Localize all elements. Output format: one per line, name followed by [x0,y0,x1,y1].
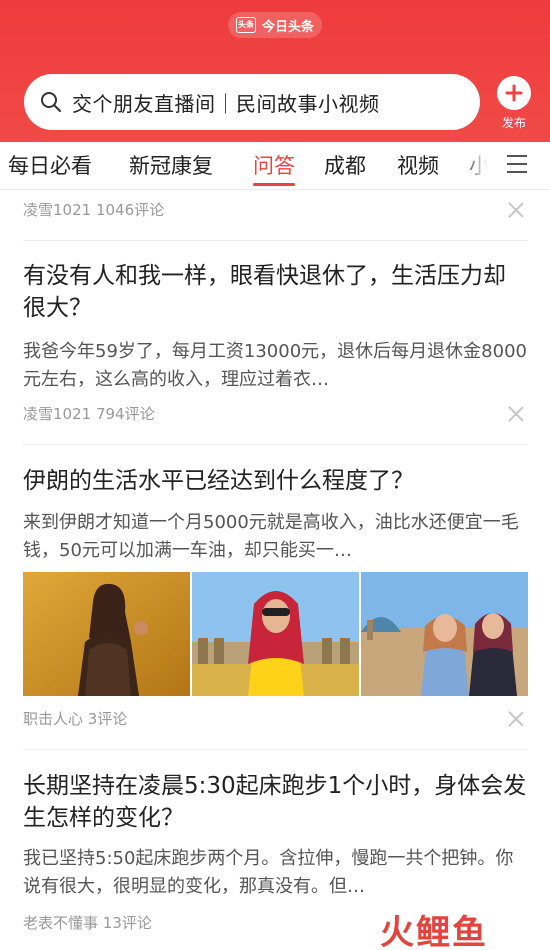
dismiss-icon[interactable] [508,202,524,218]
item-meta: 凌雪1021 794评论 [23,403,155,424]
divider [23,749,528,750]
item-snippet[interactable]: 来到伊朗才知道一个月5000元就是高收入，油比水还便宜一毛钱，50元可以加满一车… [23,509,528,565]
tab-daily[interactable]: 每日必看 [8,150,92,180]
thumbnail-image[interactable] [361,572,528,696]
tab-covid-recovery[interactable]: 新冠康复 [129,150,213,180]
app-logo: 头条 今日头条 [228,12,322,38]
item-title[interactable]: 伊朗的生活水平已经达到什么程度了？ [23,465,528,497]
publish-label: 发布 [501,116,526,130]
item-meta: 老表不懂事 13评论 [23,912,152,933]
author-name[interactable]: 老表不懂事 [23,914,98,932]
search-placeholder: 交个朋友直播间｜民间故事小视频 [72,91,380,116]
tab-chengdu[interactable]: 成都 [324,150,366,180]
menu-icon[interactable] [507,155,527,173]
active-tab-indicator [253,183,295,186]
item-title[interactable]: 长期坚持在凌晨5:30起床跑步1个小时，身体会发生怎样的变化？ [23,770,528,834]
search-bar[interactable]: 交个朋友直播间｜民间故事小视频 [24,74,480,130]
item-meta: 凌雪1021 1046评论 [23,199,164,220]
author-name[interactable]: 凌雪1021 [23,201,91,219]
dismiss-icon[interactable] [508,711,524,727]
thumbnail-image[interactable] [23,572,190,696]
tab-fade [460,142,500,188]
comment-count: 794评论 [95,405,155,423]
dismiss-icon[interactable] [508,406,524,422]
logo-badge-icon: 头条 [236,17,256,33]
comment-count: 3评论 [87,710,128,728]
author-name[interactable]: 职击人心 [23,710,83,728]
plus-icon [497,76,531,110]
item-title[interactable]: 有没有人和我一样，眼看快退休了，生活压力却很大？ [23,260,528,324]
comment-count: 13评论 [102,914,152,932]
item-snippet[interactable]: 我已坚持5:50起床跑步两个月。含拉伸，慢跑一共个把钟。你说有很大，很明显的变化… [23,845,528,901]
tab-video[interactable]: 视频 [397,150,439,180]
item-meta: 职击人心 3评论 [23,708,127,729]
author-name[interactable]: 凌雪1021 [23,405,91,423]
publish-button[interactable]: 发布 [494,76,534,132]
search-icon [41,92,61,112]
thumbnail-image[interactable] [192,572,359,696]
item-snippet[interactable]: 我爸今年59岁了，每月工资13000元，退休后每月退休金8000元左右，这么高的… [23,338,528,394]
tab-qa[interactable]: 问答 [253,150,295,180]
app-header: 头条 今日头条 交个朋友直播间｜民间故事小视频 发布 [0,0,550,142]
divider [23,444,528,445]
divider [23,240,528,241]
app-name: 今日头条 [261,19,314,35]
comment-count: 1046评论 [95,201,165,219]
thumbnail-strip[interactable] [23,572,528,696]
watermark-logo: 火鲤鱼 [380,913,488,950]
